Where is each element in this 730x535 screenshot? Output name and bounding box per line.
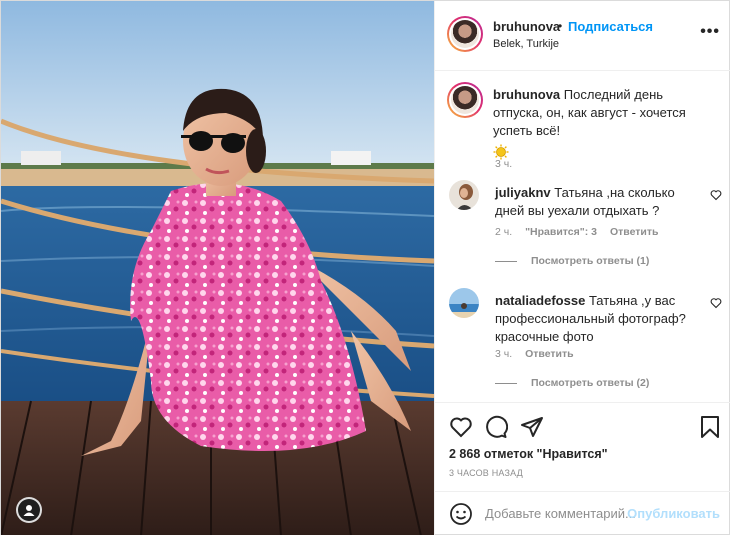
post-photo[interactable] <box>1 1 434 535</box>
comment-like-icon[interactable] <box>710 188 722 206</box>
replies-divider <box>495 260 517 262</box>
action-icons-bar <box>447 415 722 439</box>
comment-meta: 3 ч. Ответить <box>495 348 584 360</box>
comments-section: bruhunova Последний день отпуска, он, ка… <box>435 72 730 402</box>
caption-text-block: bruhunova Последний день отпуска, он, ка… <box>493 86 715 165</box>
post-header: bruhunova • Подписаться Belek, Turkije •… <box>435 1 730 71</box>
separator-dot: • <box>558 19 563 33</box>
post-time-ago[interactable]: 3 ЧАСОВ НАЗАД <box>449 468 523 478</box>
commenter-username[interactable]: juliyaknv <box>495 185 551 200</box>
view-replies-button[interactable]: Посмотреть ответы (1) <box>495 255 649 267</box>
comment-input[interactable] <box>485 506 635 521</box>
more-options-icon[interactable]: ••• <box>700 23 720 41</box>
post-location[interactable]: Belek, Turkije <box>493 38 559 50</box>
publish-button[interactable]: Опубликовать <box>627 506 720 521</box>
caption-avatar[interactable] <box>447 82 483 118</box>
comment-text-block: nataliadefosse Татьяна ,у вас профессион… <box>495 292 695 346</box>
comment-time[interactable]: 2 ч. <box>495 226 512 238</box>
reply-button[interactable]: Ответить <box>610 226 659 238</box>
user-tag-icon[interactable] <box>16 497 42 523</box>
commenter-avatar[interactable] <box>449 180 479 210</box>
instagram-post: bruhunova • Подписаться Belek, Turkije •… <box>0 0 730 535</box>
comment-icon[interactable] <box>484 415 509 444</box>
caption-time[interactable]: 3 ч. <box>495 158 512 170</box>
caption-username[interactable]: bruhunova <box>493 87 560 102</box>
comment-likes[interactable]: "Нравится": 3 <box>525 226 597 238</box>
comment-like-icon[interactable] <box>710 296 722 314</box>
heart-icon[interactable] <box>449 415 473 444</box>
share-icon[interactable] <box>520 415 544 444</box>
author-username[interactable]: bruhunova <box>493 19 560 34</box>
commenter-avatar[interactable] <box>449 288 479 318</box>
view-replies-label[interactable]: Посмотреть ответы (1) <box>531 255 649 267</box>
view-replies-button[interactable]: Посмотреть ответы (2) <box>495 377 649 389</box>
reply-button[interactable]: Ответить <box>525 348 574 360</box>
post-side-panel: bruhunova • Подписаться Belek, Turkije •… <box>434 1 730 535</box>
bookmark-icon[interactable] <box>698 415 722 444</box>
commenter-username[interactable]: nataliadefosse <box>495 293 585 308</box>
comment-time[interactable]: 3 ч. <box>495 348 512 360</box>
replies-divider <box>495 382 517 384</box>
likes-count[interactable]: 2 868 отметок "Нравится" <box>449 447 608 461</box>
emoji-smile-icon[interactable] <box>449 502 473 531</box>
comment-text-block: juliyaknv Татьяна ,на сколько дней вы уе… <box>495 184 695 220</box>
author-avatar[interactable] <box>447 16 483 52</box>
comment-meta: 2 ч. "Нравится": 3 Ответить <box>495 226 668 238</box>
follow-button[interactable]: Подписаться <box>568 19 653 34</box>
add-comment-bar: Опубликовать <box>435 491 730 535</box>
photo-image <box>1 1 434 535</box>
view-replies-label[interactable]: Посмотреть ответы (2) <box>531 377 649 389</box>
